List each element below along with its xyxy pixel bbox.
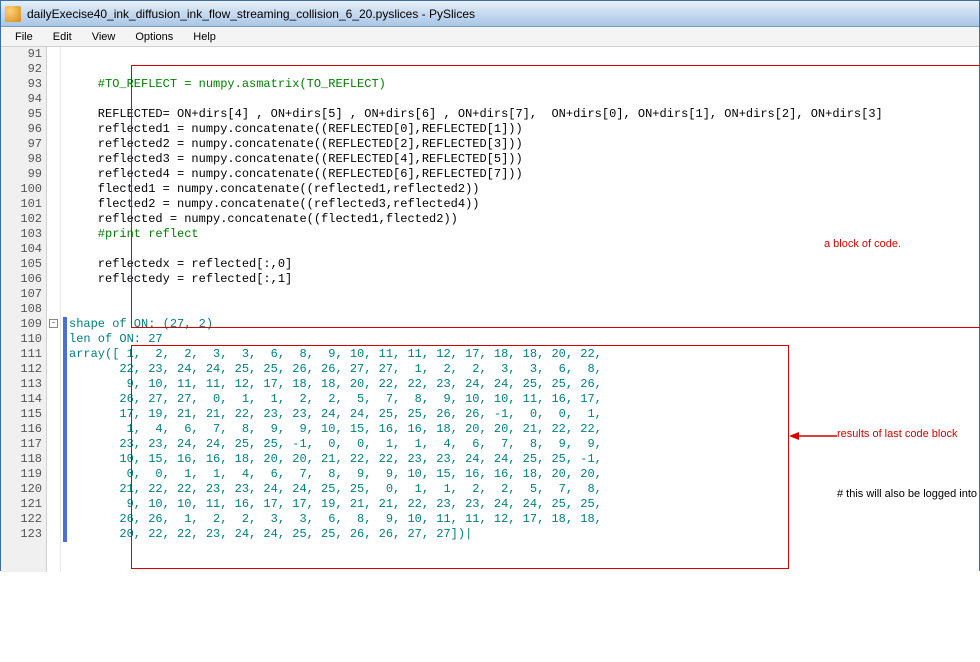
line-number: 92 bbox=[5, 62, 42, 77]
app-icon bbox=[5, 6, 21, 22]
line-number: 101 bbox=[5, 197, 42, 212]
line-number: 102 bbox=[5, 212, 42, 227]
line-number: 107 bbox=[5, 287, 42, 302]
annotation-block-label: a block of code. bbox=[824, 237, 901, 252]
line-gutter: 9192939495969798991001011021031041051061… bbox=[1, 47, 47, 572]
menu-help[interactable]: Help bbox=[183, 29, 226, 45]
line-number: 99 bbox=[5, 167, 42, 182]
line-number: 122 bbox=[5, 512, 42, 527]
line-number: 103 bbox=[5, 227, 42, 242]
code-line[interactable] bbox=[69, 92, 979, 107]
code-line[interactable]: 10, 15, 16, 16, 18, 20, 20, 21, 22, 22, … bbox=[69, 452, 979, 467]
code-line[interactable]: len of ON: 27 bbox=[69, 332, 979, 347]
code-line[interactable]: 26, 26, 1, 2, 2, 3, 3, 6, 8, 9, 10, 11, … bbox=[69, 512, 979, 527]
line-number: 91 bbox=[5, 47, 42, 62]
line-number: 111 bbox=[5, 347, 42, 362]
line-number: 116 bbox=[5, 422, 42, 437]
output-marker bbox=[63, 317, 67, 542]
code-line[interactable]: reflectedy = reflected[:,1] bbox=[69, 272, 979, 287]
code-line[interactable]: reflected4 = numpy.concatenate((REFLECTE… bbox=[69, 167, 979, 182]
line-number: 97 bbox=[5, 137, 42, 152]
titlebar: dailyExecise40_ink_diffusion_ink_flow_st… bbox=[1, 1, 979, 27]
code-line[interactable]: 26, 27, 27, 0, 1, 1, 2, 2, 5, 7, 8, 9, 1… bbox=[69, 392, 979, 407]
menu-file[interactable]: File bbox=[5, 29, 43, 45]
code-line[interactable]: reflected2 = numpy.concatenate((REFLECTE… bbox=[69, 137, 979, 152]
editor[interactable]: 9192939495969798991001011021031041051061… bbox=[1, 47, 979, 572]
code-line[interactable]: #TO_REFLECT = numpy.asmatrix(TO_REFLECT) bbox=[69, 77, 979, 92]
menubar: File Edit View Options Help bbox=[1, 27, 979, 47]
line-number: 108 bbox=[5, 302, 42, 317]
line-number: 117 bbox=[5, 437, 42, 452]
line-number: 110 bbox=[5, 332, 42, 347]
line-number: 109 bbox=[5, 317, 42, 332]
code-line[interactable]: reflected = numpy.concatenate((flected1,… bbox=[69, 212, 979, 227]
line-number: 120 bbox=[5, 482, 42, 497]
line-number: 113 bbox=[5, 377, 42, 392]
line-number: 112 bbox=[5, 362, 42, 377]
code-line[interactable]: flected2 = numpy.concatenate((reflected3… bbox=[69, 197, 979, 212]
code-line[interactable] bbox=[69, 302, 979, 317]
code-line[interactable]: array([ 1, 2, 2, 3, 3, 6, 8, 9, 10, 11, … bbox=[69, 347, 979, 362]
code-line[interactable]: 9, 10, 11, 11, 12, 17, 18, 18, 20, 22, 2… bbox=[69, 377, 979, 392]
code-line[interactable]: shape of ON: (27, 2) bbox=[69, 317, 979, 332]
code-line[interactable]: 17, 19, 21, 21, 22, 23, 23, 24, 24, 25, … bbox=[69, 407, 979, 422]
line-number: 94 bbox=[5, 92, 42, 107]
menu-options[interactable]: Options bbox=[125, 29, 183, 45]
line-number: 106 bbox=[5, 272, 42, 287]
line-number: 119 bbox=[5, 467, 42, 482]
menu-view[interactable]: View bbox=[82, 29, 126, 45]
window-title: dailyExecise40_ink_diffusion_ink_flow_st… bbox=[27, 7, 475, 21]
code-line[interactable]: 0, 0, 1, 1, 4, 6, 7, 8, 9, 9, 10, 15, 16… bbox=[69, 467, 979, 482]
code-line[interactable] bbox=[69, 62, 979, 77]
line-number: 95 bbox=[5, 107, 42, 122]
fold-toggle-icon[interactable]: - bbox=[49, 319, 58, 328]
code-line[interactable]: 22, 23, 24, 24, 25, 25, 26, 26, 27, 27, … bbox=[69, 362, 979, 377]
line-number: 93 bbox=[5, 77, 42, 92]
code-line[interactable] bbox=[69, 47, 979, 62]
code-area[interactable]: #TO_REFLECT = numpy.asmatrix(TO_REFLECT)… bbox=[69, 47, 979, 572]
line-number: 100 bbox=[5, 182, 42, 197]
fold-column[interactable]: - bbox=[47, 47, 61, 572]
line-number: 98 bbox=[5, 152, 42, 167]
line-number: 114 bbox=[5, 392, 42, 407]
line-number: 96 bbox=[5, 122, 42, 137]
line-number: 104 bbox=[5, 242, 42, 257]
line-number: 115 bbox=[5, 407, 42, 422]
code-line[interactable]: reflectedx = reflected[:,0] bbox=[69, 257, 979, 272]
line-number: 105 bbox=[5, 257, 42, 272]
line-number: 121 bbox=[5, 497, 42, 512]
code-line[interactable]: flected1 = numpy.concatenate((reflected1… bbox=[69, 182, 979, 197]
marker-column bbox=[61, 47, 69, 572]
line-number: 118 bbox=[5, 452, 42, 467]
code-line[interactable]: REFLECTED= ON+dirs[4] , ON+dirs[5] , ON+… bbox=[69, 107, 979, 122]
code-line[interactable]: reflected3 = numpy.concatenate((REFLECTE… bbox=[69, 152, 979, 167]
code-line[interactable]: reflected1 = numpy.concatenate((REFLECTE… bbox=[69, 122, 979, 137]
code-line[interactable] bbox=[69, 287, 979, 302]
annotation-comment-label: # this will also be logged into the file… bbox=[837, 487, 980, 502]
line-number: 123 bbox=[5, 527, 42, 542]
menu-edit[interactable]: Edit bbox=[43, 29, 82, 45]
code-line[interactable]: 20, 22, 22, 23, 24, 24, 25, 25, 26, 26, … bbox=[69, 527, 979, 542]
annotation-results-label: results of last code block bbox=[837, 427, 957, 442]
